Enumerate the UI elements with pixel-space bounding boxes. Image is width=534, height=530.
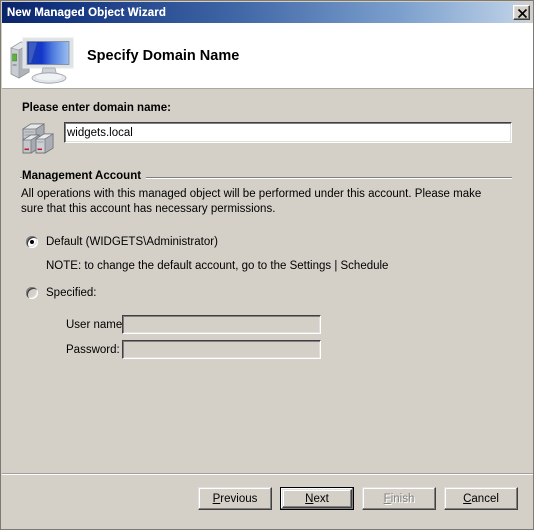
close-button[interactable] — [513, 5, 530, 20]
management-account-description: All operations with this managed object … — [21, 188, 482, 215]
dialog-button-bar: Previous Next Finish Cancel — [198, 487, 518, 510]
radio-specified-account[interactable]: Specified: — [26, 287, 97, 299]
finish-button-label: Finish — [384, 493, 415, 505]
management-account-legend: Management Account — [22, 170, 147, 182]
cancel-button[interactable]: Cancel — [444, 487, 518, 510]
domain-name-label: Please enter domain name: — [22, 102, 171, 114]
username-field-row: User name: — [66, 315, 321, 334]
finish-mnemonic: F — [383, 492, 391, 505]
finish-suffix: inish — [390, 492, 415, 505]
radio-selected-dot — [30, 240, 34, 244]
cancel-button-label: Cancel — [463, 493, 499, 505]
password-label: Password: — [66, 343, 120, 356]
wizard-dialog-window: New Managed Object Wizard Specify Domain… — [0, 0, 534, 530]
finish-button[interactable]: Finish — [362, 487, 436, 510]
radio-default-indicator — [26, 236, 38, 248]
password-field-row: Password: — [66, 340, 321, 359]
previous-button[interactable]: Previous — [198, 487, 272, 510]
next-button-inner: Next — [282, 489, 352, 508]
username-input[interactable] — [122, 315, 321, 334]
default-account-note: NOTE: to change the default account, go … — [46, 260, 389, 272]
footer-separator — [2, 473, 533, 475]
next-suffix: ext — [313, 492, 329, 505]
page-title: Specify Domain Name — [87, 47, 240, 64]
dialog-body: Please enter domain name: widgets.local … — [2, 90, 533, 529]
server-stack-icon — [20, 120, 60, 160]
previous-suffix: revious — [220, 492, 258, 505]
wizard-header: Specify Domain Name — [2, 23, 533, 89]
window-title: New Managed Object Wizard — [7, 6, 166, 19]
previous-button-label: Previous — [213, 493, 258, 505]
next-button[interactable]: Next — [280, 487, 354, 510]
cancel-suffix: ancel — [471, 492, 499, 505]
close-icon — [517, 8, 528, 19]
next-button-label: Next — [305, 493, 329, 505]
password-input[interactable] — [122, 340, 321, 359]
username-label: User name: — [66, 318, 126, 331]
computer-monitor-icon — [7, 26, 79, 86]
radio-specified-label: Specified: — [46, 287, 97, 299]
title-bar: New Managed Object Wizard — [2, 2, 533, 23]
radio-specified-indicator — [26, 287, 38, 299]
radio-default-label: Default (WIDGETS\Administrator) — [46, 236, 218, 248]
domain-name-input[interactable] — [64, 122, 512, 143]
radio-default-account[interactable]: Default (WIDGETS\Administrator) — [26, 236, 218, 248]
